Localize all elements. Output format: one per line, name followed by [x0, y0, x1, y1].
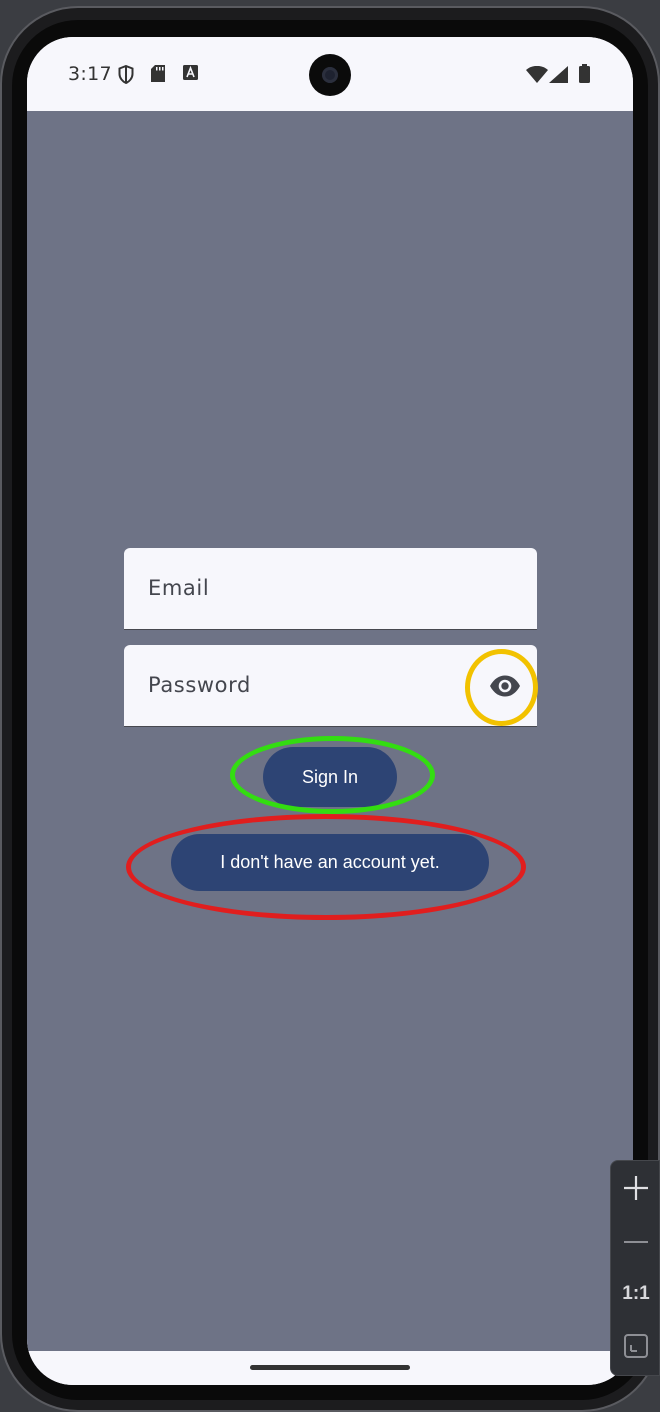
wifi-icon	[526, 65, 548, 87]
fit-screen-icon[interactable]	[611, 1333, 660, 1363]
signal-icon	[549, 66, 568, 87]
shield-icon	[118, 64, 134, 88]
front-camera	[309, 54, 351, 96]
navigation-bar	[27, 1351, 633, 1385]
status-bar: 3:17	[27, 37, 633, 111]
sign-in-button[interactable]: Sign In	[263, 747, 397, 807]
battery-icon	[579, 64, 590, 87]
zoom-controls: 1:1	[610, 1160, 660, 1376]
zoom-in-icon[interactable]	[611, 1175, 660, 1205]
password-field[interactable]: Password	[124, 645, 537, 727]
zoom-out-icon[interactable]	[611, 1233, 660, 1255]
zoom-reset-button[interactable]: 1:1	[611, 1283, 660, 1305]
no-account-button[interactable]: I don't have an account yet.	[171, 834, 489, 891]
home-handle[interactable]	[250, 1365, 410, 1370]
email-field[interactable]: Email	[124, 548, 537, 630]
sd-card-icon	[151, 65, 165, 86]
keyboard-a-icon	[183, 65, 198, 84]
eye-icon[interactable]	[488, 671, 522, 701]
email-label: Email	[148, 576, 210, 600]
password-label: Password	[148, 673, 251, 697]
status-time: 3:17	[68, 63, 112, 85]
login-screen: Email Password Sign In I don't have an a…	[27, 111, 633, 1351]
device-screen: 3:17 Email Password Sign In I don't have…	[27, 37, 633, 1385]
